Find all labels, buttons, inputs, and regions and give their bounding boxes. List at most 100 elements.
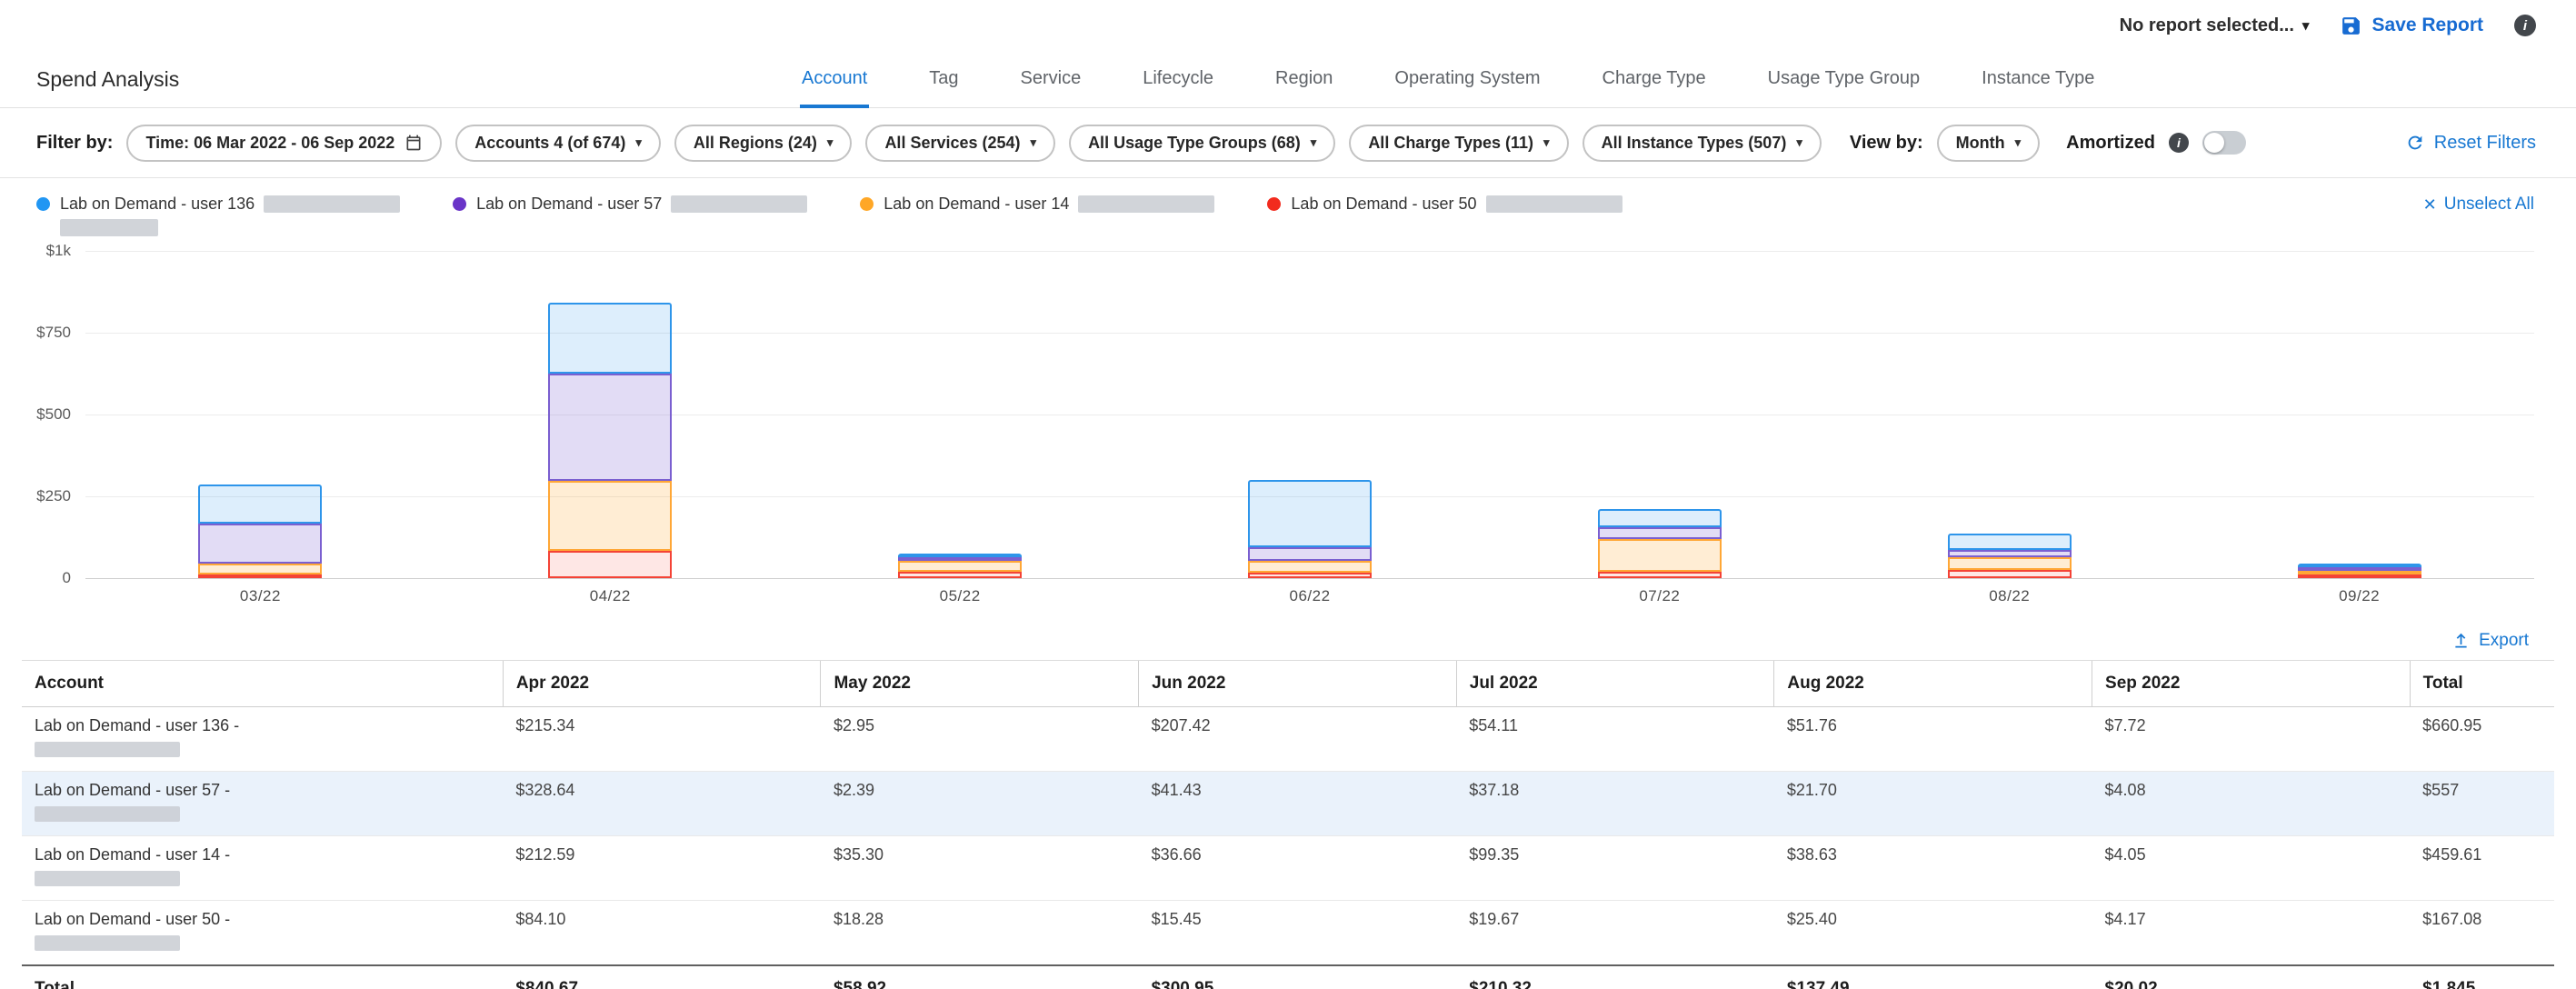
column-header-apr-2022: Apr 2022 [503,661,821,707]
filter-pill-time-06-mar-2022-06-sep-2022[interactable]: Time: 06 Mar 2022 - 06 Sep 2022 [126,125,442,162]
save-report-button[interactable]: Save Report [2340,15,2483,37]
stacked-bar-09-22[interactable] [2298,564,2421,578]
tab-charge-type[interactable]: Charge Type [1601,68,1708,108]
tab-service[interactable]: Service [1019,68,1083,108]
bar-segment-lab-on-demand-user-14 [198,564,322,574]
info-icon[interactable]: i [2169,133,2189,153]
chart-legend: Lab on Demand - user 136 Lab on Demand - … [0,178,2576,240]
legend-line: Lab on Demand - user 14 [860,195,1214,214]
redacted-text [35,742,180,757]
calendar-icon [404,134,423,152]
total-value-cell: $58.92 [821,965,1139,989]
chevron-down-icon: ▾ [827,135,834,150]
tab-operating-system[interactable]: Operating System [1393,68,1542,108]
bar-segment-lab-on-demand-user-50 [2298,574,2421,578]
table-row[interactable]: Lab on Demand - user 50 -$84.10$18.28$15… [22,901,2554,966]
table-total-row: Total$840.67$58.92$300.95$210.32$137.49$… [22,965,2554,989]
x-axis-label: 06/22 [1135,587,1485,605]
table-row[interactable]: Lab on Demand - user 14 -$212.59$35.30$3… [22,836,2554,901]
legend-label: Lab on Demand - user 50 [1291,195,1476,214]
export-label: Export [2479,631,2529,651]
stacked-bar-04-22[interactable] [548,303,672,578]
bar-segment-lab-on-demand-user-14 [548,481,672,551]
x-axis-label: 08/22 [1834,587,2184,605]
stacked-bar-06-22[interactable] [1248,480,1372,578]
total-value-cell: $210.32 [1456,965,1774,989]
filter-pill-all-instance-types[interactable]: All Instance Types (507)▾ [1583,125,1822,162]
account-cell: Lab on Demand - user 57 - [22,772,503,836]
value-cell: $215.34 [503,707,821,772]
x-axis-label: 03/22 [85,587,435,605]
legend-item-lab-on-demand-user-136[interactable]: Lab on Demand - user 136 [36,195,400,236]
info-icon[interactable]: i [2514,15,2536,36]
chevron-down-icon: ▾ [1311,135,1317,150]
bar-segment-lab-on-demand-user-14 [1248,561,1372,573]
export-icon [2451,632,2471,651]
column-header-may-2022: May 2022 [821,661,1139,707]
table-row[interactable]: Lab on Demand - user 57 -$328.64$2.39$41… [22,772,2554,836]
view-tabs: Account Tag Service Lifecycle Region Operatin… [800,68,2096,108]
chart-column [2184,251,2534,578]
legend-line: Lab on Demand - user 136 [36,195,400,214]
bar-segment-lab-on-demand-user-50 [548,551,672,578]
chevron-down-icon: ▾ [1031,135,1037,150]
filter-pill-label: Time: 06 Mar 2022 - 06 Sep 2022 [145,134,394,153]
table-row[interactable]: Lab on Demand - user 136 -$215.34$2.95$2… [22,707,2554,772]
unselect-all-button[interactable]: ✕ Unselect All [2423,195,2534,215]
refresh-icon [2405,133,2425,153]
filter-by-label: Filter by: [36,133,113,154]
redacted-text [35,935,180,951]
view-by-dropdown[interactable]: Month ▾ [1937,125,2041,162]
tab-tag[interactable]: Tag [927,68,960,108]
export-button[interactable]: Export [0,631,2529,651]
account-name: Lab on Demand - user 50 - [35,910,495,929]
legend-item-lab-on-demand-user-57[interactable]: Lab on Demand - user 57 [453,195,807,214]
close-icon: ✕ [2423,195,2437,215]
stacked-bar-07-22[interactable] [1598,509,1722,578]
filter-pill-label: All Instance Types (507) [1602,134,1787,153]
stacked-bar-05-22[interactable] [898,554,1022,578]
bar-segment-lab-on-demand-user-136 [548,303,672,374]
stacked-bar-03-22[interactable] [198,485,322,578]
filter-pill-label: All Services (254) [884,134,1020,153]
total-value-cell: $300.95 [1139,965,1457,989]
value-cell: $328.64 [503,772,821,836]
bar-segment-lab-on-demand-user-136 [198,485,322,524]
redacted-text [264,195,400,213]
chevron-down-icon: ▾ [635,135,642,150]
report-selector-dropdown[interactable]: No report selected... ▾ [2120,15,2310,36]
tab-instance-type[interactable]: Instance Type [1980,68,2096,108]
filter-pill-all-charge-types[interactable]: All Charge Types (11)▾ [1349,125,1568,162]
value-cell: $21.70 [1774,772,2092,836]
legend-line: Lab on Demand - user 50 [1267,195,1622,214]
chart-column [1135,251,1485,578]
filter-pill-all-usage-type-groups[interactable]: All Usage Type Groups (68)▾ [1069,125,1335,162]
toggle-knob [2204,133,2224,153]
bar-segment-lab-on-demand-user-57 [1598,527,1722,539]
legend-line: Lab on Demand - user 57 [453,195,807,214]
legend-item-lab-on-demand-user-50[interactable]: Lab on Demand - user 50 [1267,195,1622,214]
filter-pill-all-regions[interactable]: All Regions (24)▾ [674,125,853,162]
bar-segment-lab-on-demand-user-136 [1248,480,1372,548]
value-cell: $207.42 [1139,707,1457,772]
tab-usage-type-group[interactable]: Usage Type Group [1766,68,1922,108]
legend-item-lab-on-demand-user-14[interactable]: Lab on Demand - user 14 [860,195,1214,214]
filter-pill-all-services[interactable]: All Services (254) ▾ [865,125,1055,162]
value-cell: $557 [2410,772,2554,836]
account-name: Lab on Demand - user 14 - [35,845,495,864]
filter-pill-accounts-4[interactable]: Accounts 4 (of 674)▾ [455,125,661,162]
tab-region[interactable]: Region [1273,68,1334,108]
redacted-text [60,219,158,236]
bar-segment-lab-on-demand-user-50 [1948,570,2072,578]
value-cell: $38.63 [1774,836,2092,901]
x-axis-label: 04/22 [435,587,785,605]
chart-column [785,251,1135,578]
stacked-bar-08-22[interactable] [1948,534,2072,578]
reset-filters-button[interactable]: Reset Filters [2405,133,2536,154]
tab-lifecycle[interactable]: Lifecycle [1141,68,1215,108]
column-header-sep-2022: Sep 2022 [2092,661,2411,707]
save-icon [2340,15,2362,37]
amortized-toggle[interactable] [2202,131,2246,155]
chart-column [435,251,785,578]
tab-account[interactable]: Account [800,68,869,108]
